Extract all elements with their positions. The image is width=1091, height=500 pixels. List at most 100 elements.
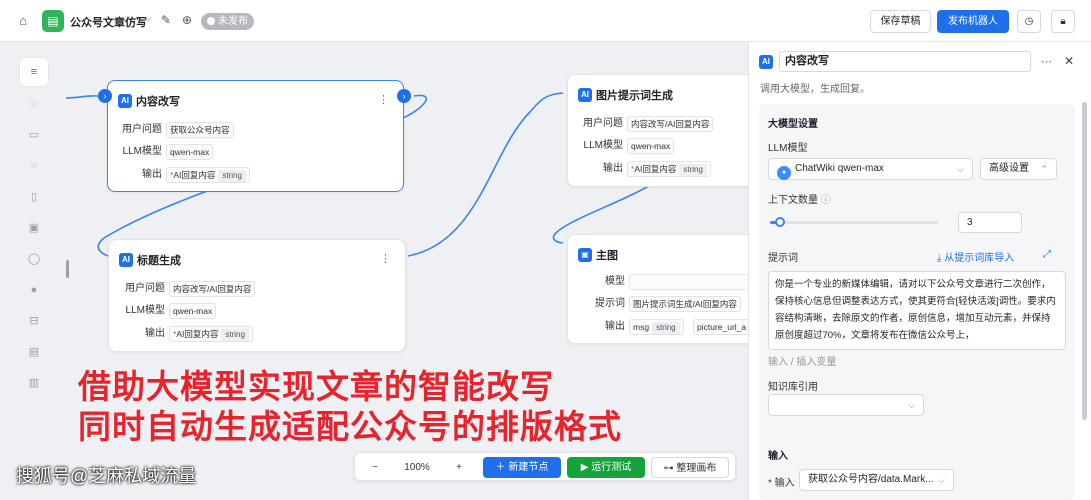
arrange-canvas-button[interactable]: ⊶ 整理画布	[651, 457, 729, 478]
panel-scrollbar[interactable]	[1082, 102, 1087, 420]
home-icon[interactable]: ⌂	[14, 12, 32, 30]
field-label: 输出	[605, 321, 625, 332]
field-value	[629, 274, 759, 290]
field-label: LLM模型	[122, 146, 162, 157]
more-icon[interactable]: ⋮	[378, 93, 389, 106]
rail-alert-icon[interactable]: ▯	[20, 183, 48, 211]
wire-title-to-imageprompt	[407, 92, 564, 257]
type-tag: string	[221, 329, 249, 341]
rail-screen-icon[interactable]: ▭	[20, 121, 48, 149]
input-value: 获取公众号内容/data.Mark...	[808, 474, 934, 485]
rail-apps-icon[interactable]: ⁘	[20, 152, 48, 180]
play-icon: ▶	[580, 462, 592, 473]
input-select[interactable]: 获取公众号内容/data.Mark... ⌵	[799, 469, 954, 491]
advanced-settings-button[interactable]: 高级设置 ⌃	[980, 158, 1057, 180]
chevron-down-icon: ⌵	[938, 475, 945, 485]
image-icon: ▣	[578, 248, 592, 262]
run-test-label: 运行测试	[591, 462, 632, 473]
field-label: 提示词	[595, 298, 625, 309]
app-logo-icon: ▤	[42, 10, 64, 32]
more-icon[interactable]: ⋮	[380, 252, 391, 265]
chevron-down-icon[interactable]: ⌵	[145, 13, 152, 24]
watermark: 搜狐号@芝麻私域流量	[16, 466, 197, 486]
node-settings-panel: AI 内容改写 ⋯ ✕ 调用大模型，生成回复。 大模型设置 LLM模型 ● Cha…	[748, 42, 1091, 500]
run-test-button[interactable]: ▶ 运行测试	[567, 457, 645, 478]
rail-chart-icon[interactable]: ⊟	[20, 307, 48, 335]
output-value: msg string	[629, 319, 684, 335]
node-description: 调用大模型，生成回复。	[760, 84, 870, 95]
output-value-2: picture_url_a	[693, 319, 751, 335]
arrange-icon: ⊶	[663, 463, 677, 474]
history-button[interactable]: ◷	[1017, 10, 1041, 33]
input-section: 输入 * 输入 获取公众号内容/data.Mark... ⌵	[759, 436, 1075, 500]
node-image-prompt[interactable]: AI 图片提示词生成 用户问题 内容改写/AI回复内容 LLM模型 qwen-ma…	[567, 74, 767, 187]
rail-doc-icon[interactable]: ▤	[20, 338, 48, 366]
node-name-input[interactable]: 内容改写	[779, 51, 1031, 72]
add-circle-icon[interactable]: ⊕	[179, 12, 195, 28]
input-port-icon[interactable]: ›	[98, 89, 112, 103]
output-name: AI回复内容	[176, 329, 219, 339]
lock-button[interactable]: 🔒︎	[1051, 10, 1075, 33]
llm-model-value: ChatWiki qwen-max	[795, 163, 884, 174]
node-content-rewrite[interactable]: AI 内容改写 ⋮ 用户问题 获取公众号内容 LLM模型 qwen-max 输出 …	[107, 80, 404, 192]
field-label: 输出	[603, 163, 623, 174]
zoom-level: 100%	[404, 462, 430, 473]
type-tag: string	[652, 322, 680, 334]
chatwiki-icon: ●	[777, 166, 791, 180]
status-dot-icon	[207, 17, 215, 25]
section-title: 输入	[768, 451, 788, 462]
output-value: *AI回复内容 string	[166, 167, 250, 183]
status-badge-label: 未发布	[218, 16, 248, 27]
field-label: 模型	[605, 276, 625, 287]
node-header: AI 标题生成	[119, 252, 181, 268]
import-link-label: 从提示词库导入	[944, 253, 1015, 264]
import-prompt-link[interactable]: ⤓ 从提示词库导入	[937, 249, 1014, 264]
llm-model-select[interactable]: ● ChatWiki qwen-max ⌵	[768, 158, 973, 180]
chevron-up-icon: ⌃	[1040, 164, 1048, 174]
field-value: qwen-max	[166, 144, 214, 160]
field-value: 图片提示词生成/AI回复内容	[629, 296, 741, 312]
save-draft-button[interactable]: 保存草稿	[870, 10, 931, 33]
new-node-button[interactable]: ＋ 新建节点	[483, 457, 561, 478]
rail-file-icon[interactable]: ▥	[20, 369, 48, 397]
more-icon[interactable]: ⋯	[1041, 55, 1052, 68]
rail-globe-icon[interactable]: ●	[20, 276, 48, 304]
publish-button[interactable]: 发布机器人	[937, 10, 1009, 33]
rail-workflow-icon[interactable]: ≡	[20, 58, 48, 86]
edit-icon[interactable]: ✎	[158, 12, 174, 28]
node-title: 标题生成	[137, 255, 181, 267]
context-count-slider[interactable]	[770, 217, 938, 227]
output-name: AI回复内容	[173, 170, 216, 180]
close-icon[interactable]: ✕	[1064, 54, 1074, 68]
knowledge-select[interactable]: ⌵	[768, 394, 924, 416]
knowledge-label: 知识库引用	[768, 382, 818, 393]
field-label: 用户问题	[583, 118, 623, 129]
node-title-gen[interactable]: AI 标题生成 ⋮ 用户问题 内容改写/AI回复内容 LLM模型 qwen-max…	[108, 239, 406, 352]
rail-monitor-icon[interactable]: ▣	[20, 214, 48, 242]
field-value: 内容改写/AI回复内容	[627, 116, 714, 132]
context-count-text: 上下文数量	[768, 195, 818, 206]
context-count-label: 上下文数量 ⓘ	[768, 191, 831, 206]
field-value: qwen-max	[627, 138, 675, 154]
insert-variable-hint: 输入 / 插入变量	[768, 357, 837, 368]
prompt-textarea[interactable]: 你是一个专业的新媒体编辑，请对以下公众号文章进行二次创作，保持核心信息但调整表达…	[768, 271, 1066, 350]
new-node-label: 新建节点	[508, 462, 549, 473]
zoom-out-button[interactable]: −	[365, 457, 385, 478]
node-main-image[interactable]: ▣ 主图 模型 提示词 图片提示词生成/AI回复内容 输出 msg string p…	[567, 234, 767, 344]
help-icon[interactable]: ⓘ	[821, 195, 831, 206]
ai-icon: AI	[119, 253, 133, 267]
canvas-toolbar: − 100% + ＋ 新建节点 ▶ 运行测试 ⊶ 整理画布	[354, 452, 736, 481]
field-label: 输出	[142, 169, 162, 180]
expand-icon[interactable]: ⤢	[1043, 249, 1051, 260]
rail-message-icon[interactable]: ◯	[20, 245, 48, 273]
app-title: 公众号文章仿写	[70, 17, 147, 29]
status-badge: 未发布	[201, 13, 254, 30]
llm-model-label: LLM模型	[768, 143, 808, 154]
llm-settings-section: 大模型设置 LLM模型 ● ChatWiki qwen-max ⌵ 高级设置 ⌃ …	[759, 104, 1075, 478]
slider-handle[interactable]	[775, 217, 786, 227]
zoom-in-button[interactable]: +	[449, 457, 469, 478]
rail-chat-icon[interactable]: ◌	[20, 90, 48, 118]
context-count-input[interactable]: 3	[958, 212, 1022, 233]
canvas-resize-handle[interactable]	[66, 260, 69, 278]
output-port-icon[interactable]: ›	[397, 89, 411, 103]
